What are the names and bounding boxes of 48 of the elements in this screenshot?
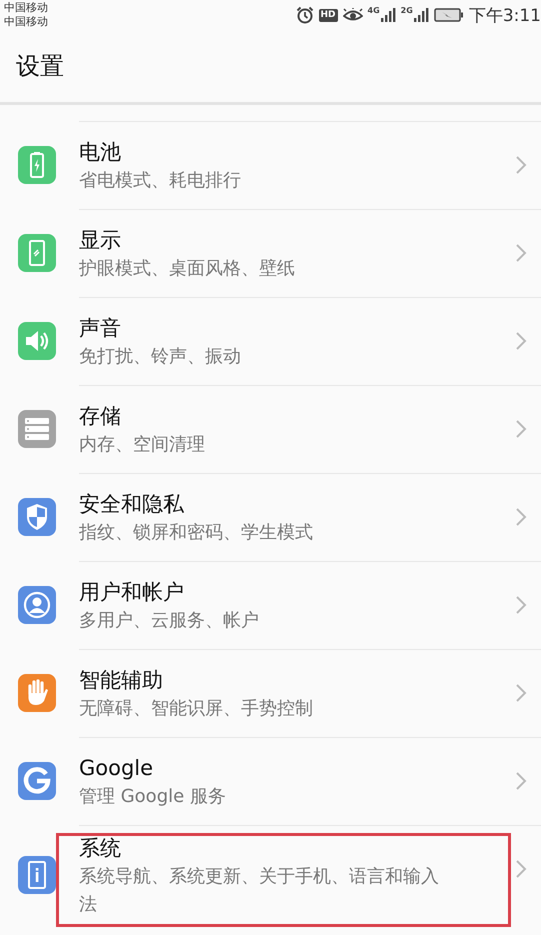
eye-icon — [342, 8, 363, 22]
battery-charging-icon — [434, 7, 464, 23]
settings-item[interactable]: Google 管理 Google 服务 — [0, 737, 541, 825]
item-subtitle: 系统导航、系统更新、关于手机、语言和输入法 — [79, 864, 440, 916]
settings-item[interactable]: 存储 内存、空间清理 — [0, 385, 541, 473]
item-title: 用户和帐户 — [79, 578, 185, 606]
item-subtitle: 多用户、云服务、帐户 — [79, 608, 260, 632]
item-title: 安全和隐私 — [79, 490, 185, 518]
carrier-name: 中国移动 — [4, 1, 48, 15]
chevron-right-icon — [515, 683, 527, 703]
settings-item[interactable]: 系统 系统导航、系统更新、关于手机、语言和输入法 — [0, 825, 541, 925]
item-subtitle: 护眼模式、桌面风格、壁纸 — [79, 256, 296, 280]
item-subtitle: 指纹、锁屏和密码、学生模式 — [79, 520, 314, 544]
item-subtitle: 免打扰、铃声、振动 — [79, 344, 242, 368]
item-subtitle: 无障碍、智能识屏、手势控制 — [79, 696, 314, 720]
item-title: 系统 — [79, 834, 122, 862]
chevron-right-icon — [515, 243, 527, 263]
chevron-right-icon — [515, 331, 527, 351]
carrier-name: 中国移动 — [4, 15, 48, 29]
chevron-right-icon — [515, 771, 527, 791]
settings-item[interactable]: 声音 免打扰、铃声、振动 — [0, 297, 541, 385]
settings-item[interactable]: 显示 护眼模式、桌面风格、壁纸 — [0, 209, 541, 297]
alarm-icon — [296, 6, 314, 24]
item-subtitle: 内存、空间清理 — [79, 432, 206, 456]
item-title: 电池 — [79, 138, 122, 166]
network-type: 4G — [368, 7, 380, 15]
chevron-right-icon — [515, 859, 527, 879]
signal-icon — [412, 7, 429, 23]
page-title: 设置 — [16, 51, 64, 82]
chevron-right-icon — [515, 507, 527, 527]
settings-item[interactable]: 用户和帐户 多用户、云服务、帐户 — [0, 561, 541, 649]
chevron-right-icon — [515, 419, 527, 439]
network-type: 2G — [400, 7, 413, 15]
chevron-right-icon — [515, 155, 527, 175]
item-title: 声音 — [79, 314, 122, 342]
item-title: 存储 — [79, 402, 122, 430]
settings-item[interactable]: 智能辅助 无障碍、智能识屏、手势控制 — [0, 649, 541, 737]
clock-time: 下午3:11 — [468, 4, 541, 26]
settings-item[interactable]: 安全和隐私 指纹、锁屏和密码、学生模式 — [0, 473, 541, 561]
item-subtitle: 管理 Google 服务 — [79, 784, 227, 808]
item-title: 智能辅助 — [79, 666, 164, 694]
chevron-right-icon — [515, 595, 527, 615]
settings-item[interactable]: 电池 省电模式、耗电排行 — [0, 121, 541, 209]
hd-badge: HD — [318, 8, 338, 22]
item-title: Google — [79, 754, 154, 782]
signal-icon — [380, 7, 396, 23]
item-subtitle: 省电模式、耗电排行 — [79, 168, 242, 192]
item-title: 显示 — [79, 226, 122, 254]
